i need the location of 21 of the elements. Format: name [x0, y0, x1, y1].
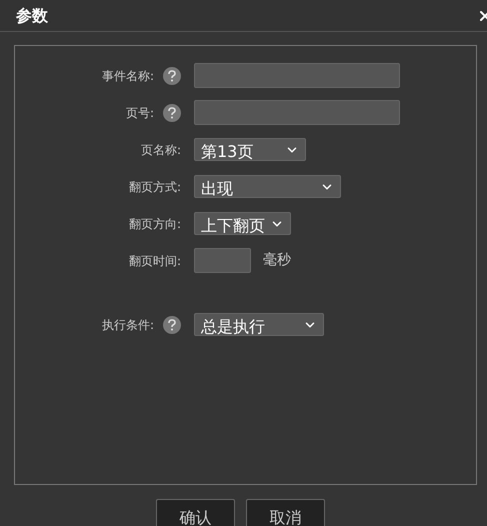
dropdown[interactable]: 第13页	[194, 138, 306, 161]
dropdown[interactable]: 总是执行	[194, 313, 324, 336]
dropdown[interactable]: 出现	[194, 175, 341, 198]
dropdown[interactable]: 上下翻页	[194, 212, 291, 235]
field-label: 翻页时间:	[128, 252, 181, 270]
field-label: 翻页方向:	[128, 216, 181, 232]
unit-label: 毫秒	[263, 251, 291, 270]
text-field[interactable]	[194, 63, 400, 88]
field-label: 事件名称:	[102, 68, 154, 84]
help-icon[interactable]	[163, 316, 181, 334]
help-icon[interactable]	[163, 66, 181, 84]
dialog-button[interactable]: 取消	[246, 499, 325, 526]
dialog-button[interactable]: 确认	[156, 499, 235, 526]
field-label: 页号:	[126, 104, 154, 122]
help-icon[interactable]	[163, 104, 181, 122]
number-field[interactable]	[194, 248, 251, 273]
field-label: 页名称:	[140, 142, 181, 158]
field-label: 翻页方式:	[128, 178, 181, 196]
text-field[interactable]	[194, 100, 400, 125]
window-title: 参数	[16, 4, 48, 26]
field-label: 执行条件:	[102, 316, 154, 334]
